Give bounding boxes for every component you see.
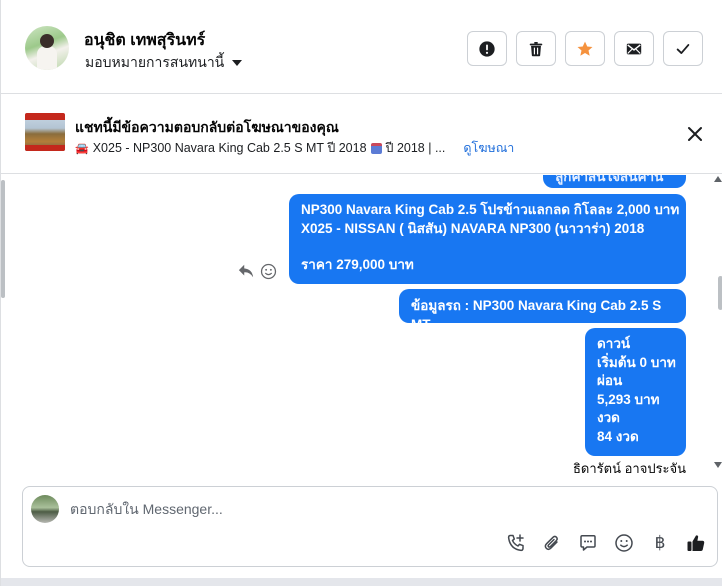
scroll-down-arrow-icon[interactable] xyxy=(714,462,722,468)
contact-name[interactable]: อนุชิต เทพสุรินทร์ xyxy=(84,28,205,53)
conversation-panel: อนุชิต เทพสุรินทร์ มอบหมายการสนทนานี้ แช… xyxy=(0,0,722,586)
like-icon xyxy=(687,535,705,551)
message-line: 5,293 บาท xyxy=(597,391,660,407)
message-line: เริ่มต้น 0 บาท xyxy=(597,354,676,370)
car-emoji-icon: 🚘 xyxy=(75,142,89,155)
message-line: ผ่อน xyxy=(597,373,623,388)
react-emoji-icon[interactable] xyxy=(260,263,277,280)
caret-down-icon xyxy=(232,60,243,66)
message-line: งวด xyxy=(597,410,620,425)
emoji-icon xyxy=(615,534,633,552)
attachment-icon xyxy=(544,535,558,551)
ad-subtitle-part1: X025 - NP300 Navara King Cab 2.5 S MT ปี… xyxy=(92,141,367,155)
left-scrollbar[interactable] xyxy=(1,180,5,298)
star-icon xyxy=(577,41,593,56)
saved-reply-icon xyxy=(580,535,596,551)
reply-icon[interactable] xyxy=(237,263,255,279)
emoji-button[interactable] xyxy=(614,533,634,553)
like-button[interactable] xyxy=(686,533,706,553)
ad-thumbnail[interactable] xyxy=(25,113,65,151)
exclamation-icon xyxy=(479,40,495,57)
calendar-emoji-icon xyxy=(370,142,382,154)
mark-spam-button[interactable] xyxy=(467,31,507,66)
bottom-strip xyxy=(1,578,722,586)
mark-unread-button[interactable] xyxy=(614,31,654,66)
star-button[interactable] xyxy=(565,31,605,66)
assign-conversation-dropdown[interactable]: มอบหมายการสนทนานี้ xyxy=(85,52,243,74)
conversation-actions xyxy=(467,31,703,66)
close-banner-icon[interactable] xyxy=(685,124,705,144)
reply-composer: ฿ xyxy=(22,486,718,567)
message-bubble: ข้อมูลรถ : NP300 Navara King Cab 2.5 S M… xyxy=(399,289,686,332)
call-add-button[interactable] xyxy=(506,533,526,553)
reply-input[interactable] xyxy=(70,501,670,517)
message-line: NP300 Navara King Cab 2.5 โปรข้าวแลกลด ก… xyxy=(301,202,680,217)
call-add-icon xyxy=(507,534,524,552)
scroll-up-arrow-icon[interactable] xyxy=(714,176,722,182)
ad-reply-banner: แชทนี้มีข้อความตอบกลับต่อโฆษณาของคุณ 🚘 X… xyxy=(1,95,722,174)
ad-banner-title: แชทนี้มีข้อความตอบกลับต่อโฆษณาของคุณ xyxy=(75,119,339,135)
check-icon xyxy=(676,43,690,54)
view-ad-link[interactable]: ดูโฆษณา xyxy=(463,138,514,158)
message-list[interactable]: ลูกค้าสนใจสินค้านี้ NP300 Navara King Ca… xyxy=(1,175,722,480)
scrollbar-thumb[interactable] xyxy=(718,276,722,310)
sender-name: ธิดารัตน์ อาจประจัน xyxy=(573,461,687,476)
message-line: ราคา 279,000 บาท xyxy=(301,257,414,272)
message-line: X025 - NISSAN ( นิสสัน) NAVARA NP300 (นา… xyxy=(301,220,645,236)
trash-icon xyxy=(529,41,543,56)
delete-button[interactable] xyxy=(516,31,556,66)
message-bubble: NP300 Navara King Cab 2.5 โปรข้าวแลกลด ก… xyxy=(289,194,686,284)
message-bubble: ดาวน์ เริ่มต้น 0 บาท ผ่อน 5,293 บาท งวด … xyxy=(585,328,686,456)
ad-subtitle-part2: ปี 2018 | ... xyxy=(385,141,446,155)
page-avatar xyxy=(31,495,59,523)
contact-avatar[interactable] xyxy=(25,26,69,70)
baht-icon[interactable]: ฿ xyxy=(650,533,670,553)
composer-toolbar: ฿ xyxy=(506,533,706,553)
attach-button[interactable] xyxy=(542,533,562,553)
assign-label: มอบหมายการสนทนานี้ xyxy=(85,54,225,70)
ad-banner-subtitle: 🚘 X025 - NP300 Navara King Cab 2.5 S MT … xyxy=(75,138,514,158)
envelope-icon xyxy=(626,43,642,54)
saved-reply-button[interactable] xyxy=(578,533,598,553)
conversation-header: อนุชิต เทพสุรินทร์ มอบหมายการสนทนานี้ xyxy=(1,0,722,94)
mark-done-button[interactable] xyxy=(663,31,703,66)
message-bubble: ลูกค้าสนใจสินค้านี้ xyxy=(543,175,686,188)
message-line: 84 งวด xyxy=(597,428,639,444)
message-line: ดาวน์ xyxy=(597,336,631,351)
